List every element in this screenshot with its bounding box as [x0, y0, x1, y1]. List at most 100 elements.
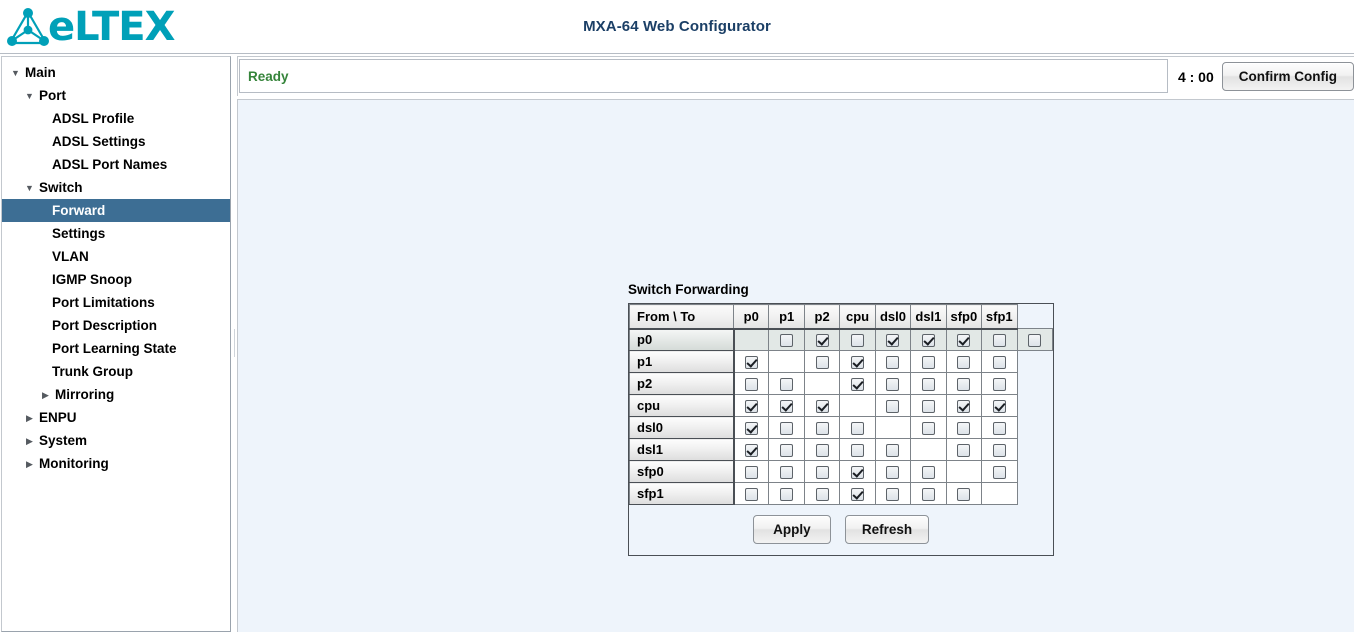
- cell-p2-dsl1: [910, 372, 947, 395]
- sidebar-item-monitoring[interactable]: ▶ Monitoring: [2, 452, 230, 475]
- sidebar-item-adsl-settings[interactable]: ADSL Settings: [2, 130, 230, 153]
- forward-checkbox-sfp0-sfp1[interactable]: [992, 466, 1006, 480]
- forward-checkbox-sfp0-p1[interactable]: [780, 466, 794, 480]
- forward-checkbox-p1-dsl1[interactable]: [921, 356, 935, 370]
- forward-checkbox-p1-sfp1[interactable]: [992, 356, 1006, 370]
- sidebar-item-trunk-group[interactable]: Trunk Group: [2, 360, 230, 383]
- forward-checkbox-p0-sfp0[interactable]: [957, 334, 971, 348]
- apply-button[interactable]: Apply: [752, 515, 831, 544]
- forward-checkbox-p2-p1[interactable]: [780, 378, 794, 392]
- chevron-down-icon[interactable]: ▼: [10, 69, 21, 78]
- chevron-down-icon[interactable]: ▼: [24, 184, 35, 193]
- cell-dsl1-sfp0: [945, 438, 983, 461]
- cell-dsl1-p2: [803, 438, 841, 461]
- forward-checkbox-sfp1-dsl1[interactable]: [921, 488, 935, 502]
- forward-checkbox-dsl0-dsl1[interactable]: [921, 422, 935, 436]
- sidebar-item-enpu[interactable]: ▶ ENPU: [2, 406, 230, 429]
- forward-checkbox-sfp1-p1[interactable]: [780, 488, 794, 502]
- forward-checkbox-p0-dsl0[interactable]: [886, 334, 900, 348]
- forward-checkbox-p1-p2[interactable]: [815, 356, 829, 370]
- forward-checkbox-sfp1-p2[interactable]: [815, 488, 829, 502]
- sidebar-item-port-limitations[interactable]: Port Limitations: [2, 291, 230, 314]
- forward-checkbox-dsl0-p0[interactable]: [744, 422, 758, 436]
- forward-checkbox-cpu-sfp1[interactable]: [992, 400, 1006, 414]
- forward-checkbox-sfp0-cpu[interactable]: [851, 466, 865, 480]
- forward-checkbox-dsl1-dsl0[interactable]: [886, 444, 900, 458]
- forward-checkbox-p2-sfp1[interactable]: [992, 378, 1006, 392]
- forward-checkbox-dsl1-p0[interactable]: [744, 444, 758, 458]
- forward-checkbox-sfp0-p0[interactable]: [744, 466, 758, 480]
- sidebar-item-label: Port Learning State: [52, 341, 177, 356]
- cell-p1-dsl1: [910, 350, 947, 373]
- forward-checkbox-cpu-sfp0[interactable]: [957, 400, 971, 414]
- cell-p1-cpu: [839, 350, 876, 373]
- sidebar-item-switch[interactable]: ▼ Switch: [2, 176, 230, 199]
- forward-checkbox-sfp1-dsl0[interactable]: [886, 488, 900, 502]
- sidebar-item-adsl-profile[interactable]: ADSL Profile: [2, 107, 230, 130]
- forward-checkbox-cpu-p1[interactable]: [780, 400, 794, 414]
- chevron-right-icon[interactable]: ▶: [40, 391, 51, 400]
- sidebar-item-port-learning-state[interactable]: Port Learning State: [2, 337, 230, 360]
- column-header-p1: p1: [768, 304, 805, 330]
- sidebar-item-port[interactable]: ▼ Port: [2, 84, 230, 107]
- forward-checkbox-cpu-p0[interactable]: [744, 400, 758, 414]
- forward-checkbox-sfp1-p0[interactable]: [744, 488, 758, 502]
- forward-checkbox-p0-p1[interactable]: [780, 334, 794, 348]
- sidebar-item-main[interactable]: ▼ Main: [2, 61, 230, 84]
- forward-checkbox-p1-dsl0[interactable]: [886, 356, 900, 370]
- forward-checkbox-dsl0-sfp0[interactable]: [957, 422, 971, 436]
- cell-dsl0-sfp1: [981, 416, 1018, 439]
- sidebar-item-adsl-port-names[interactable]: ADSL Port Names: [2, 153, 230, 176]
- forward-checkbox-cpu-dsl1[interactable]: [921, 400, 935, 414]
- forward-checkbox-p1-cpu[interactable]: [851, 356, 865, 370]
- forward-checkbox-dsl0-p2[interactable]: [815, 422, 829, 436]
- sidebar-item-igmp-snoop[interactable]: IGMP Snoop: [2, 268, 230, 291]
- forward-checkbox-dsl0-p1[interactable]: [780, 422, 794, 436]
- forward-checkbox-p0-undefined[interactable]: [1028, 334, 1042, 348]
- sidebar-item-forward[interactable]: Forward: [2, 199, 230, 222]
- forward-checkbox-dsl1-sfp1[interactable]: [992, 444, 1006, 458]
- forward-checkbox-cpu-p2[interactable]: [815, 400, 829, 414]
- table-row: cpu: [629, 394, 1053, 417]
- cell-cpu-sfp0: [945, 394, 983, 417]
- row-header-dsl0: dsl0: [629, 416, 735, 439]
- chevron-right-icon[interactable]: ▶: [24, 414, 35, 423]
- cell-cpu-cpu-disabled: [839, 394, 876, 417]
- forward-checkbox-p2-dsl0[interactable]: [886, 378, 900, 392]
- forward-checkbox-sfp0-dsl1[interactable]: [921, 466, 935, 480]
- forward-checkbox-p2-sfp0[interactable]: [957, 378, 971, 392]
- forward-checkbox-dsl1-sfp0[interactable]: [957, 444, 971, 458]
- forward-checkbox-sfp1-sfp0[interactable]: [957, 488, 971, 502]
- refresh-button[interactable]: Refresh: [844, 515, 930, 544]
- forward-checkbox-p2-cpu[interactable]: [851, 378, 865, 392]
- chevron-right-icon[interactable]: ▶: [24, 460, 35, 469]
- sidebar-item-port-description[interactable]: Port Description: [2, 314, 230, 337]
- forward-checkbox-p2-dsl1[interactable]: [921, 378, 935, 392]
- column-header-dsl0: dsl0: [874, 304, 912, 330]
- forward-checkbox-dsl0-sfp1[interactable]: [992, 422, 1006, 436]
- forward-checkbox-p2-p0[interactable]: [744, 378, 758, 392]
- cell-p0-sfp1: [981, 328, 1018, 351]
- forward-checkbox-dsl1-p2[interactable]: [815, 444, 829, 458]
- sidebar-item-settings[interactable]: Settings: [2, 222, 230, 245]
- sidebar-item-vlan[interactable]: VLAN: [2, 245, 230, 268]
- forward-checkbox-sfp0-p2[interactable]: [815, 466, 829, 480]
- forward-checkbox-p0-sfp1[interactable]: [992, 334, 1006, 348]
- forward-checkbox-p0-p2[interactable]: [815, 334, 829, 348]
- forward-checkbox-cpu-dsl0[interactable]: [886, 400, 900, 414]
- forward-checkbox-p0-cpu[interactable]: [851, 334, 865, 348]
- forward-checkbox-dsl1-p1[interactable]: [780, 444, 794, 458]
- forward-checkbox-sfp0-dsl0[interactable]: [886, 466, 900, 480]
- forward-checkbox-p1-p0[interactable]: [744, 356, 758, 370]
- chevron-down-icon[interactable]: ▼: [24, 92, 35, 101]
- sidebar-item-system[interactable]: ▶ System: [2, 429, 230, 452]
- forward-checkbox-p0-dsl1[interactable]: [921, 334, 935, 348]
- forward-checkbox-dsl1-cpu[interactable]: [851, 444, 865, 458]
- forward-checkbox-p1-sfp0[interactable]: [957, 356, 971, 370]
- confirm-config-button[interactable]: Confirm Config: [1221, 61, 1354, 91]
- sidebar-item-mirroring[interactable]: ▶ Mirroring: [2, 383, 230, 406]
- chevron-right-icon[interactable]: ▶: [24, 437, 35, 446]
- forward-checkbox-sfp1-cpu[interactable]: [851, 488, 865, 502]
- forward-checkbox-dsl0-cpu[interactable]: [851, 422, 865, 436]
- sidebar-item-label: Port Limitations: [52, 295, 155, 310]
